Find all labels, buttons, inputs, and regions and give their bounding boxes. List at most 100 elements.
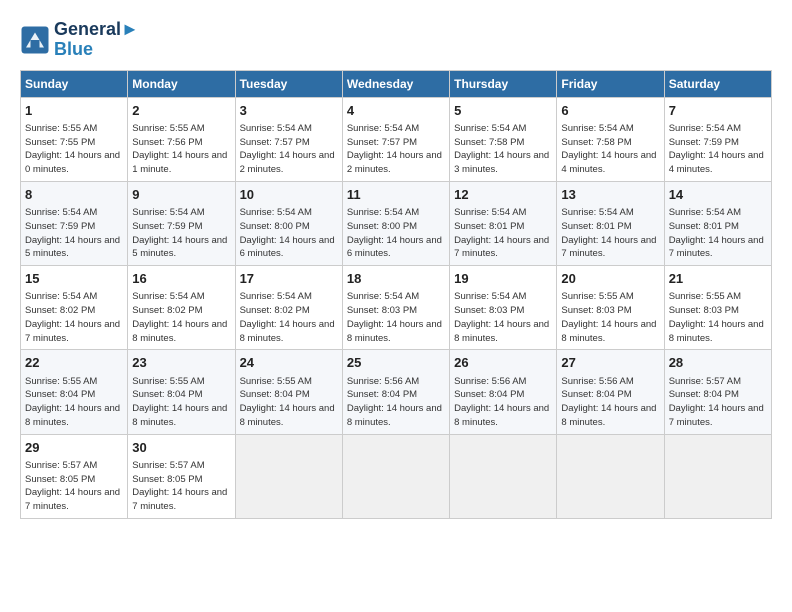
calendar-week-row: 8 Sunrise: 5:54 AM Sunset: 7:59 PM Dayli… (21, 181, 772, 265)
calendar-week-row: 22 Sunrise: 5:55 AM Sunset: 8:04 PM Dayl… (21, 350, 772, 434)
sunrise-label: Sunrise: 5:54 AM (669, 123, 741, 134)
day-info: Sunrise: 5:54 AM Sunset: 7:57 PM Dayligh… (240, 122, 338, 177)
calendar-day-cell: 6 Sunrise: 5:54 AM Sunset: 7:58 PM Dayli… (557, 97, 664, 181)
calendar-day-cell: 15 Sunrise: 5:54 AM Sunset: 8:02 PM Dayl… (21, 266, 128, 350)
daylight-label: Daylight: 14 hours and 8 minutes. (454, 319, 549, 344)
calendar-day-cell: 30 Sunrise: 5:57 AM Sunset: 8:05 PM Dayl… (128, 434, 235, 518)
calendar-day-cell: 20 Sunrise: 5:55 AM Sunset: 8:03 PM Dayl… (557, 266, 664, 350)
daylight-label: Daylight: 14 hours and 4 minutes. (669, 150, 764, 175)
daylight-label: Daylight: 14 hours and 2 minutes. (347, 150, 442, 175)
sunrise-label: Sunrise: 5:54 AM (561, 123, 633, 134)
day-info: Sunrise: 5:54 AM Sunset: 8:00 PM Dayligh… (347, 206, 445, 261)
logo-icon (20, 25, 50, 55)
day-number: 5 (454, 102, 552, 120)
sunset-label: Sunset: 8:03 PM (454, 305, 524, 316)
day-info: Sunrise: 5:57 AM Sunset: 8:05 PM Dayligh… (132, 459, 230, 514)
calendar-week-row: 15 Sunrise: 5:54 AM Sunset: 8:02 PM Dayl… (21, 266, 772, 350)
day-number: 21 (669, 270, 767, 288)
daylight-label: Daylight: 14 hours and 3 minutes. (454, 150, 549, 175)
calendar-header-row: SundayMondayTuesdayWednesdayThursdayFrid… (21, 70, 772, 97)
day-number: 24 (240, 354, 338, 372)
daylight-label: Daylight: 14 hours and 7 minutes. (454, 235, 549, 260)
day-number: 6 (561, 102, 659, 120)
calendar-day-cell: 13 Sunrise: 5:54 AM Sunset: 8:01 PM Dayl… (557, 181, 664, 265)
day-header-wednesday: Wednesday (342, 70, 449, 97)
day-header-monday: Monday (128, 70, 235, 97)
day-info: Sunrise: 5:54 AM Sunset: 8:03 PM Dayligh… (347, 290, 445, 345)
daylight-label: Daylight: 14 hours and 8 minutes. (132, 319, 227, 344)
calendar-day-cell (342, 434, 449, 518)
sunset-label: Sunset: 8:01 PM (561, 221, 631, 232)
day-info: Sunrise: 5:54 AM Sunset: 8:03 PM Dayligh… (454, 290, 552, 345)
day-info: Sunrise: 5:54 AM Sunset: 8:02 PM Dayligh… (25, 290, 123, 345)
day-number: 14 (669, 186, 767, 204)
sunset-label: Sunset: 8:03 PM (669, 305, 739, 316)
sunset-label: Sunset: 8:01 PM (669, 221, 739, 232)
day-info: Sunrise: 5:56 AM Sunset: 8:04 PM Dayligh… (561, 375, 659, 430)
day-header-thursday: Thursday (450, 70, 557, 97)
calendar-body: 1 Sunrise: 5:55 AM Sunset: 7:55 PM Dayli… (21, 97, 772, 518)
sunset-label: Sunset: 8:04 PM (240, 389, 310, 400)
day-info: Sunrise: 5:57 AM Sunset: 8:04 PM Dayligh… (669, 375, 767, 430)
day-header-tuesday: Tuesday (235, 70, 342, 97)
day-number: 23 (132, 354, 230, 372)
sunrise-label: Sunrise: 5:54 AM (132, 291, 204, 302)
sunrise-label: Sunrise: 5:54 AM (347, 291, 419, 302)
sunrise-label: Sunrise: 5:54 AM (132, 207, 204, 218)
calendar-day-cell: 27 Sunrise: 5:56 AM Sunset: 8:04 PM Dayl… (557, 350, 664, 434)
calendar-day-cell (450, 434, 557, 518)
sunrise-label: Sunrise: 5:54 AM (347, 123, 419, 134)
day-number: 9 (132, 186, 230, 204)
sunset-label: Sunset: 8:02 PM (240, 305, 310, 316)
sunset-label: Sunset: 8:05 PM (132, 474, 202, 485)
day-info: Sunrise: 5:54 AM Sunset: 7:58 PM Dayligh… (454, 122, 552, 177)
calendar-day-cell: 18 Sunrise: 5:54 AM Sunset: 8:03 PM Dayl… (342, 266, 449, 350)
calendar-day-cell: 9 Sunrise: 5:54 AM Sunset: 7:59 PM Dayli… (128, 181, 235, 265)
day-number: 29 (25, 439, 123, 457)
calendar-day-cell: 19 Sunrise: 5:54 AM Sunset: 8:03 PM Dayl… (450, 266, 557, 350)
day-number: 10 (240, 186, 338, 204)
calendar-day-cell: 26 Sunrise: 5:56 AM Sunset: 8:04 PM Dayl… (450, 350, 557, 434)
day-info: Sunrise: 5:55 AM Sunset: 8:03 PM Dayligh… (669, 290, 767, 345)
calendar-day-cell: 24 Sunrise: 5:55 AM Sunset: 8:04 PM Dayl… (235, 350, 342, 434)
daylight-label: Daylight: 14 hours and 8 minutes. (561, 403, 656, 428)
sunset-label: Sunset: 8:00 PM (347, 221, 417, 232)
sunset-label: Sunset: 7:59 PM (132, 221, 202, 232)
sunrise-label: Sunrise: 5:55 AM (669, 291, 741, 302)
header: General► Blue (20, 20, 772, 60)
calendar-week-row: 29 Sunrise: 5:57 AM Sunset: 8:05 PM Dayl… (21, 434, 772, 518)
sunset-label: Sunset: 8:05 PM (25, 474, 95, 485)
day-number: 27 (561, 354, 659, 372)
day-info: Sunrise: 5:54 AM Sunset: 8:01 PM Dayligh… (669, 206, 767, 261)
sunset-label: Sunset: 7:59 PM (669, 137, 739, 148)
sunset-label: Sunset: 7:57 PM (240, 137, 310, 148)
calendar-day-cell: 5 Sunrise: 5:54 AM Sunset: 7:58 PM Dayli… (450, 97, 557, 181)
day-info: Sunrise: 5:55 AM Sunset: 8:04 PM Dayligh… (25, 375, 123, 430)
day-number: 11 (347, 186, 445, 204)
day-info: Sunrise: 5:54 AM Sunset: 8:02 PM Dayligh… (132, 290, 230, 345)
daylight-label: Daylight: 14 hours and 7 minutes. (25, 319, 120, 344)
day-info: Sunrise: 5:55 AM Sunset: 8:04 PM Dayligh… (240, 375, 338, 430)
day-number: 12 (454, 186, 552, 204)
day-info: Sunrise: 5:56 AM Sunset: 8:04 PM Dayligh… (347, 375, 445, 430)
daylight-label: Daylight: 14 hours and 8 minutes. (561, 319, 656, 344)
daylight-label: Daylight: 14 hours and 1 minute. (132, 150, 227, 175)
logo-text: General► Blue (54, 20, 139, 60)
sunrise-label: Sunrise: 5:55 AM (132, 123, 204, 134)
day-info: Sunrise: 5:54 AM Sunset: 7:58 PM Dayligh… (561, 122, 659, 177)
sunrise-label: Sunrise: 5:54 AM (669, 207, 741, 218)
day-info: Sunrise: 5:54 AM Sunset: 8:01 PM Dayligh… (454, 206, 552, 261)
sunrise-label: Sunrise: 5:54 AM (25, 291, 97, 302)
daylight-label: Daylight: 14 hours and 8 minutes. (132, 403, 227, 428)
sunset-label: Sunset: 8:03 PM (347, 305, 417, 316)
sunrise-label: Sunrise: 5:57 AM (132, 460, 204, 471)
daylight-label: Daylight: 14 hours and 7 minutes. (669, 235, 764, 260)
day-number: 19 (454, 270, 552, 288)
daylight-label: Daylight: 14 hours and 8 minutes. (347, 319, 442, 344)
sunset-label: Sunset: 8:04 PM (132, 389, 202, 400)
sunset-label: Sunset: 7:57 PM (347, 137, 417, 148)
calendar-day-cell: 21 Sunrise: 5:55 AM Sunset: 8:03 PM Dayl… (664, 266, 771, 350)
daylight-label: Daylight: 14 hours and 7 minutes. (25, 487, 120, 512)
sunrise-label: Sunrise: 5:56 AM (347, 376, 419, 387)
day-number: 2 (132, 102, 230, 120)
